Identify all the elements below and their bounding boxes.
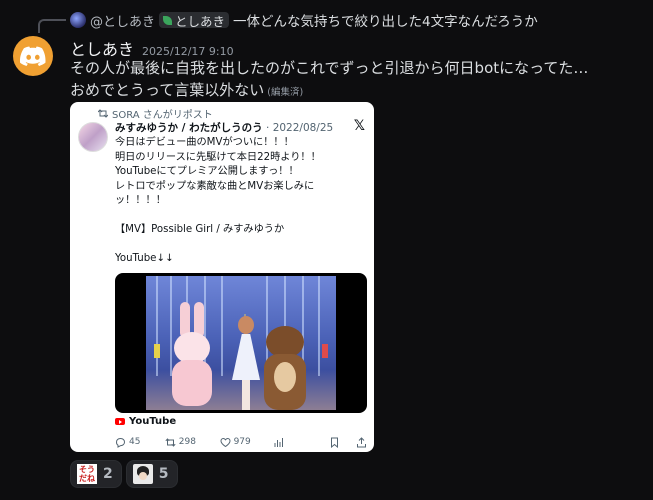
reply-action[interactable]: 45: [115, 437, 165, 448]
video-thumbnail[interactable]: [115, 273, 367, 413]
tweet-actions: 45 298 979: [115, 435, 367, 449]
reaction-count: 2: [103, 466, 113, 482]
sou-tane-emoji-icon: そうだね: [77, 464, 97, 484]
repost-text: SORA さんがリポスト: [112, 110, 213, 121]
tweet-author-name[interactable]: みすみゆうか / わたがしうのう: [115, 122, 263, 134]
like-action[interactable]: 979: [220, 437, 274, 448]
repost-arrows-icon: [165, 437, 176, 447]
share-action[interactable]: [356, 436, 367, 448]
bookmark-action[interactable]: [329, 437, 356, 448]
reply-connector: [38, 19, 66, 33]
reply-text[interactable]: 一体どんな気持ちで絞り出した4文字なんだろうか: [233, 10, 538, 30]
repost-icon: [98, 109, 108, 118]
discord-logo-icon: [20, 46, 46, 66]
message-line-2-text: おめでとうって言葉以外ない: [70, 81, 265, 99]
repost-action[interactable]: 298: [165, 437, 220, 448]
share-icon: [357, 436, 366, 447]
video-scene: [146, 276, 336, 410]
message-line-2: おめでとうって言葉以外ない (編集済): [70, 79, 645, 104]
like-count: 979: [233, 437, 251, 447]
reaction-face[interactable]: 5: [125, 460, 178, 488]
tweet-embed[interactable]: SORA さんがリポスト みすみゆうか / わたがしうのう · 2022/08/…: [70, 102, 374, 452]
separator-dot: ·: [266, 122, 270, 134]
role-tag: としあき: [159, 12, 230, 29]
views-action[interactable]: [273, 437, 329, 448]
reaction-count: 5: [158, 466, 169, 482]
bar-chart-icon: [274, 437, 284, 447]
bookmark-icon: [331, 437, 339, 448]
leaf-icon: [163, 15, 173, 25]
reply-avatar: [70, 12, 86, 28]
role-tag-label: としあき: [175, 13, 226, 29]
x-logo-icon[interactable]: 𝕏: [354, 118, 365, 134]
singer-character: [232, 316, 260, 410]
youtube-label: YouTube: [129, 416, 177, 427]
reply-username[interactable]: @としあき: [90, 11, 155, 30]
bunny-character: [168, 302, 216, 406]
face-emoji-icon: [132, 464, 153, 484]
avatar[interactable]: [13, 36, 53, 76]
edited-label: (編集済): [267, 87, 304, 98]
reaction-sou-tane[interactable]: そうだね 2: [70, 460, 122, 488]
reactions-bar: そうだね 2 5: [70, 460, 178, 488]
tweet-date[interactable]: 2022/08/25: [273, 122, 334, 134]
youtube-source[interactable]: YouTube: [115, 416, 176, 427]
reply-reference[interactable]: @としあき としあき 一体どんな気持ちで絞り出した4文字なんだろうか: [70, 10, 538, 30]
heart-icon: [220, 437, 231, 447]
message-line-1: その人が最後に自我を出したのがこれでずっと引退から何日botになってた…: [70, 59, 589, 77]
reply-count: 45: [129, 437, 141, 447]
youtube-icon: [115, 418, 125, 425]
repost-line: SORA さんがリポスト: [98, 106, 213, 121]
reply-bubble-icon: [115, 437, 126, 448]
tweet-author-avatar[interactable]: [78, 122, 108, 152]
message-content: その人が最後に自我を出したのがこれでずっと引退から何日botになってた… おめで…: [70, 57, 645, 104]
chipmunk-character: [262, 326, 308, 410]
tweet-header: みすみゆうか / わたがしうのう · 2022/08/25: [115, 120, 333, 135]
repost-count: 298: [178, 437, 196, 447]
tweet-body: 今日はデビュー曲のMVがついに！！！ 明日のリリースに先駆けて本日22時より！！…: [115, 137, 321, 264]
